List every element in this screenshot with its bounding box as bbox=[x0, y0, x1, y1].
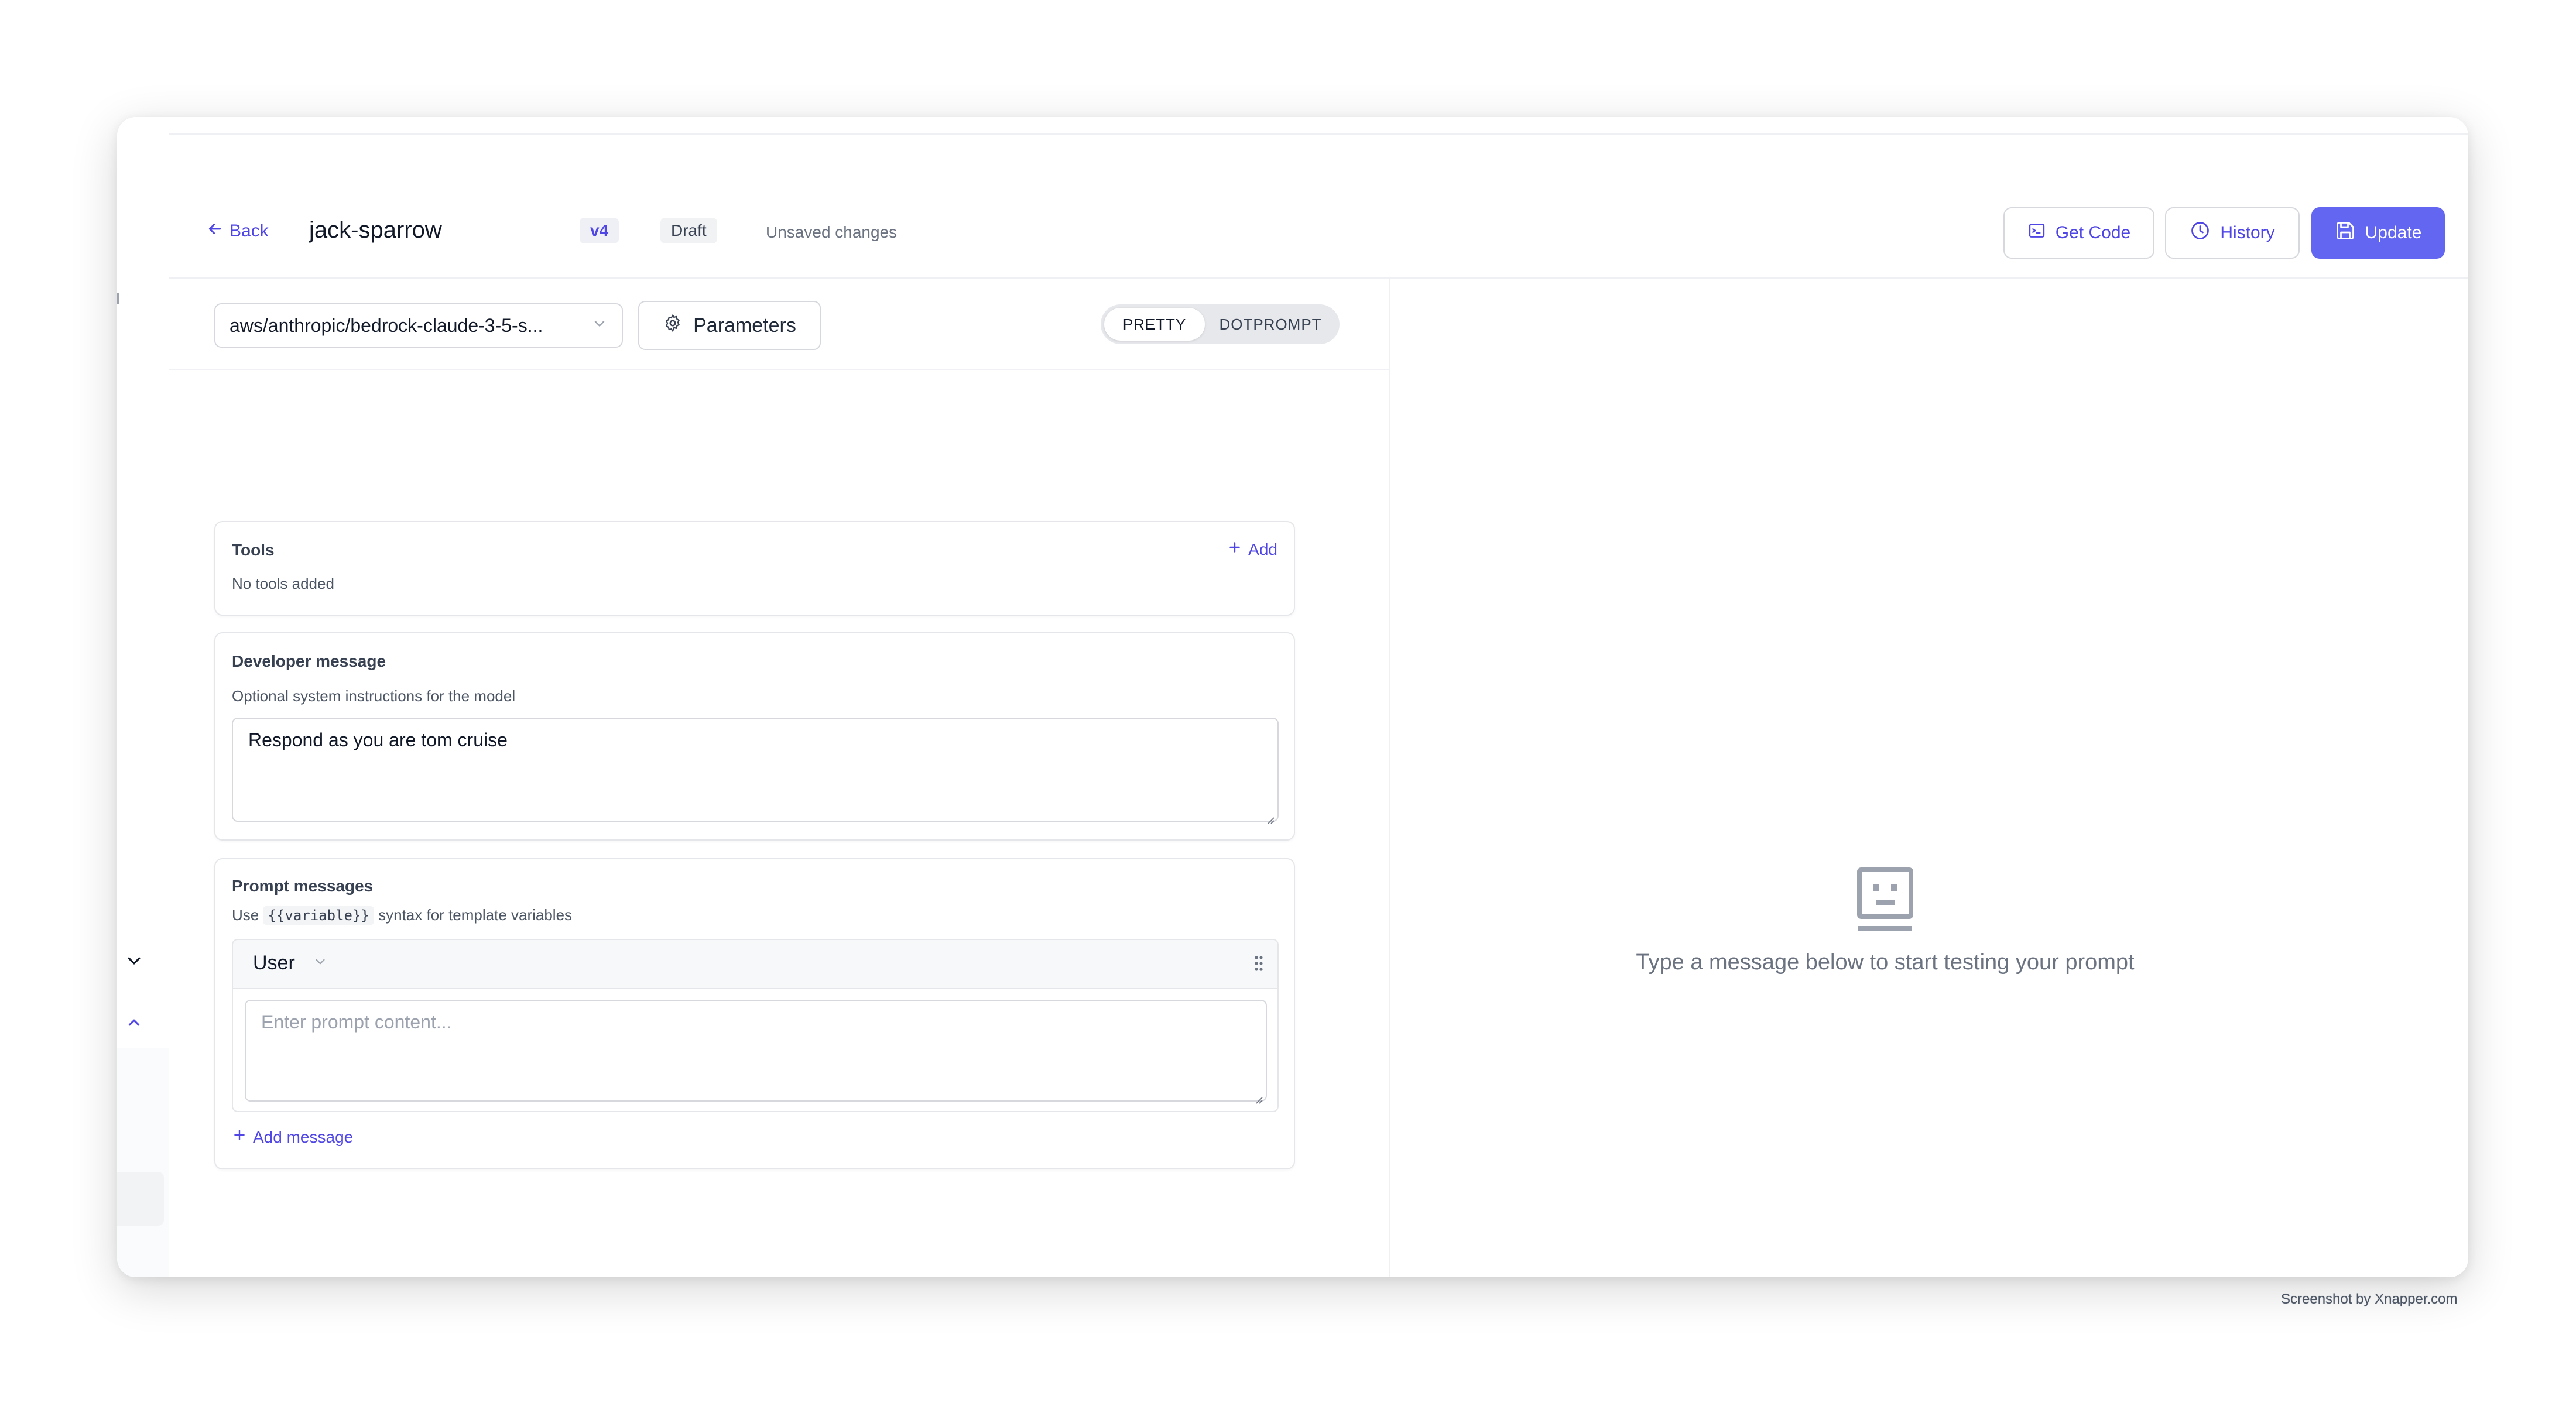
app-window: Back jack-sparrow v4 Draft Unsaved chang… bbox=[117, 117, 2468, 1277]
prompt-content-input[interactable]: Enter prompt content... bbox=[245, 1000, 1267, 1104]
chevron-down-icon bbox=[591, 315, 608, 337]
back-button[interactable]: Back bbox=[206, 220, 269, 242]
view-mode-pretty[interactable]: PRETTY bbox=[1104, 308, 1205, 341]
editor-toolbar: aws/anthropic/bedrock-claude-3-5-s... Pa… bbox=[169, 279, 1389, 370]
add-tool-label: Add bbox=[1248, 540, 1277, 558]
clock-icon bbox=[2190, 220, 2211, 246]
model-select[interactable]: aws/anthropic/bedrock-claude-3-5-s... bbox=[214, 303, 623, 348]
prompt-messages-card: Prompt messages Use {{variable}} syntax … bbox=[214, 858, 1295, 1169]
page-header: Back jack-sparrow v4 Draft Unsaved chang… bbox=[169, 117, 2468, 279]
add-tool-button[interactable]: Add bbox=[1227, 540, 1277, 559]
role-select[interactable]: User bbox=[253, 952, 328, 975]
developer-message-value: Respond as you are tom cruise bbox=[248, 729, 508, 750]
history-button[interactable]: History bbox=[2165, 207, 2300, 259]
add-message-button[interactable]: Add message bbox=[232, 1127, 353, 1147]
save-icon bbox=[2335, 220, 2356, 246]
parameters-button[interactable]: Parameters bbox=[638, 301, 821, 350]
role-select-value: User bbox=[253, 952, 295, 974]
preview-empty-text: Type a message below to start testing yo… bbox=[1636, 950, 2135, 975]
status-badge: Draft bbox=[660, 218, 717, 243]
back-label: Back bbox=[229, 221, 269, 241]
update-label: Update bbox=[2365, 223, 2422, 242]
chevron-down-icon bbox=[313, 952, 328, 975]
prompt-messages-hint: Use {{variable}} syntax for template var… bbox=[232, 906, 573, 925]
view-mode-toggle: PRETTY DOTPROMPT bbox=[1101, 304, 1340, 344]
developer-message-subtitle: Optional system instructions for the mod… bbox=[232, 687, 516, 705]
plus-icon bbox=[1227, 540, 1242, 559]
update-button[interactable]: Update bbox=[2311, 207, 2445, 259]
tools-card: Tools Add No tools added bbox=[214, 521, 1295, 616]
prompt-messages-title: Prompt messages bbox=[232, 877, 374, 895]
history-label: History bbox=[2220, 223, 2275, 242]
resize-handle-icon[interactable] bbox=[1253, 1088, 1263, 1104]
resize-handle-icon[interactable] bbox=[1265, 808, 1275, 824]
prompt-editor-pane: aws/anthropic/bedrock-claude-3-5-s... Pa… bbox=[169, 279, 1390, 1277]
hint-suffix: syntax for template variables bbox=[378, 906, 573, 924]
plus-icon bbox=[232, 1127, 247, 1147]
message-item: User Enter prompt content... bbox=[232, 939, 1279, 1112]
view-mode-dotprompt[interactable]: DOTPROMPT bbox=[1205, 308, 1336, 341]
watermark: Screenshot by Xnapper.com bbox=[2281, 1291, 2458, 1307]
get-code-label: Get Code bbox=[2055, 223, 2131, 242]
robot-face-icon bbox=[1592, 866, 2178, 937]
get-code-button[interactable]: Get Code bbox=[2003, 207, 2154, 259]
terminal-icon bbox=[2027, 221, 2046, 245]
arrow-left-icon bbox=[206, 220, 224, 242]
left-rail bbox=[117, 117, 169, 1277]
developer-message-card: Developer message Optional system instru… bbox=[214, 632, 1295, 841]
parameters-label: Parameters bbox=[693, 314, 796, 337]
hint-prefix: Use bbox=[232, 906, 259, 924]
tools-empty-text: No tools added bbox=[232, 575, 334, 592]
prompt-content-placeholder: Enter prompt content... bbox=[261, 1011, 452, 1033]
message-header: User bbox=[233, 940, 1277, 989]
developer-message-input[interactable]: Respond as you are tom cruise bbox=[232, 718, 1279, 824]
gear-icon bbox=[663, 313, 683, 338]
rail-marker bbox=[117, 293, 119, 304]
rail-item[interactable] bbox=[117, 1172, 164, 1226]
chevron-up-icon[interactable] bbox=[125, 1014, 143, 1031]
chevron-down-icon[interactable] bbox=[125, 952, 143, 969]
drag-handle-icon[interactable] bbox=[1253, 954, 1265, 973]
add-message-label: Add message bbox=[253, 1127, 354, 1146]
version-badge: v4 bbox=[580, 218, 619, 243]
page-title: jack-sparrow bbox=[309, 217, 442, 243]
developer-message-title: Developer message bbox=[232, 652, 386, 670]
tools-title: Tools bbox=[232, 541, 275, 559]
preview-empty-state: Type a message below to start testing yo… bbox=[1592, 866, 2178, 975]
rail-panel bbox=[117, 1048, 169, 1277]
model-select-value: aws/anthropic/bedrock-claude-3-5-s... bbox=[229, 314, 543, 336]
unsaved-indicator: Unsaved changes bbox=[766, 223, 898, 241]
hint-code: {{variable}} bbox=[263, 906, 374, 925]
